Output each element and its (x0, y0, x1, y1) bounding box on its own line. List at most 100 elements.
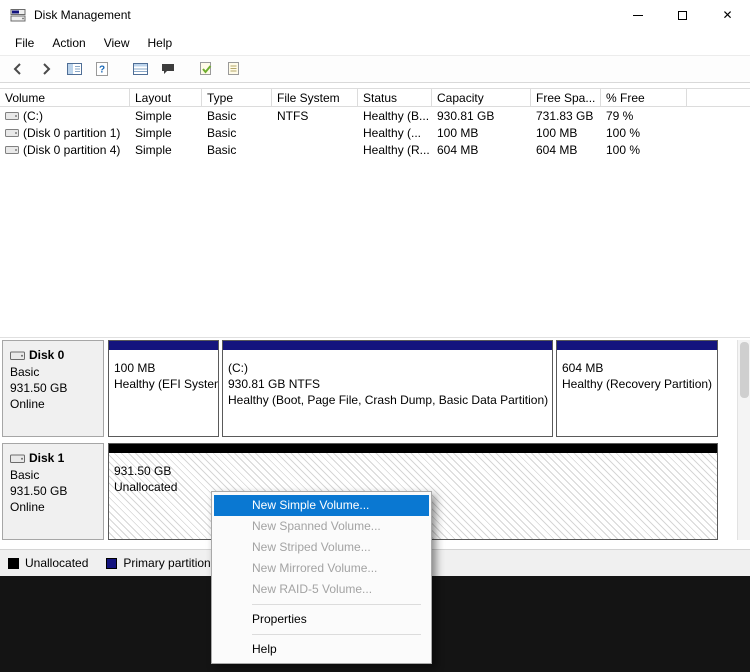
titlebar: Disk Management ✕ (0, 0, 750, 30)
cell-layout: Simple (130, 109, 202, 123)
volume-list: Volume Layout Type File System Status Ca… (0, 83, 750, 337)
volume-icon (5, 110, 19, 122)
volume-icon (5, 144, 19, 156)
menu-item-new-simple-volume[interactable]: New Simple Volume... (214, 495, 429, 516)
cell-type: Basic (202, 126, 272, 140)
menubar: File Action View Help (0, 30, 750, 55)
menu-view[interactable]: View (95, 32, 139, 54)
table-row[interactable]: (C:) Simple Basic NTFS Healthy (B... 930… (0, 107, 750, 124)
partition-status: Healthy (Boot, Page File, Crash Dump, Ba… (228, 392, 547, 408)
cell-capacity: 100 MB (432, 126, 531, 140)
cell-layout: Simple (130, 126, 202, 140)
partition-size: 931.50 GB (114, 463, 712, 479)
menu-file[interactable]: File (6, 32, 43, 54)
window-title: Disk Management (34, 8, 131, 22)
column-header-volume[interactable]: Volume (0, 89, 130, 106)
disk-size: 931.50 GB (10, 380, 96, 396)
cell-status: Healthy (R... (358, 143, 432, 157)
cell-layout: Simple (130, 143, 202, 157)
cell-pct-free: 79 % (601, 109, 687, 123)
cell-capacity: 930.81 GB (432, 109, 531, 123)
legend-item-primary-partition: Primary partition (106, 556, 210, 570)
console-tree-icon[interactable] (62, 58, 86, 80)
back-icon[interactable] (6, 58, 30, 80)
cell-type: Basic (202, 143, 272, 157)
disk-0-info-panel[interactable]: Disk 0 Basic 931.50 GB Online (2, 340, 104, 437)
disk-status: Online (10, 499, 96, 515)
partition-title: (C:) (228, 360, 547, 376)
column-header-layout[interactable]: Layout (130, 89, 202, 106)
scrollbar-thumb[interactable] (740, 342, 749, 398)
minimize-icon (633, 15, 643, 16)
menu-item-new-spanned-volume: New Spanned Volume... (212, 516, 431, 537)
column-header-capacity[interactable]: Capacity (432, 89, 531, 106)
partition-efi-system[interactable]: 100 MB Healthy (EFI System (108, 340, 219, 437)
volume-list-header: Volume Layout Type File System Status Ca… (0, 88, 750, 107)
forward-icon[interactable] (34, 58, 58, 80)
primary-partition-swatch (106, 558, 117, 569)
disk-0-row: Disk 0 Basic 931.50 GB Online 100 MB Hea… (2, 340, 734, 437)
check-document-icon[interactable] (194, 58, 218, 80)
help-icon[interactable]: ? (90, 58, 114, 80)
minimize-button[interactable] (615, 0, 660, 30)
disk-1-info-panel[interactable]: Disk 1 Basic 931.50 GB Online (2, 443, 104, 540)
table-row[interactable]: (Disk 0 partition 1) Simple Basic Health… (0, 124, 750, 141)
app-icon (10, 7, 26, 23)
cell-volume: (C:) (23, 109, 43, 123)
menu-separator (252, 604, 421, 605)
disk-name: Disk 0 (29, 348, 64, 362)
maximize-icon (678, 11, 687, 20)
column-header-file-system[interactable]: File System (272, 89, 358, 106)
cell-capacity: 604 MB (432, 143, 531, 157)
disk-kind: Basic (10, 467, 96, 483)
partition-color-strip (109, 341, 218, 350)
vertical-scrollbar[interactable] (737, 340, 750, 540)
list-view-icon[interactable] (128, 58, 152, 80)
disk-size: 931.50 GB (10, 483, 96, 499)
menu-item-new-raid5-volume: New RAID-5 Volume... (212, 579, 431, 600)
cell-volume: (Disk 0 partition 1) (23, 126, 120, 140)
toolbar: ? (0, 55, 750, 83)
partition-status: Healthy (Recovery Partition) (562, 376, 712, 392)
disk-0-partitions: 100 MB Healthy (EFI System (C:) 930.81 G… (108, 340, 718, 437)
action-bubble-icon[interactable] (156, 58, 180, 80)
disk-icon (10, 452, 25, 465)
cell-pct-free: 100 % (601, 126, 687, 140)
table-row[interactable]: (Disk 0 partition 4) Simple Basic Health… (0, 141, 750, 158)
disk-status: Online (10, 396, 96, 412)
cell-status: Healthy (... (358, 126, 432, 140)
legend-item-unallocated: Unallocated (8, 556, 88, 570)
disk-icon (10, 349, 25, 362)
maximize-button[interactable] (660, 0, 705, 30)
partition-color-strip (109, 444, 717, 453)
column-header-free-space[interactable]: Free Spa... (531, 89, 601, 106)
legend-label: Primary partition (123, 556, 210, 570)
partition-status: Healthy (EFI System (114, 376, 213, 392)
partition-recovery[interactable]: 604 MB Healthy (Recovery Partition) (556, 340, 718, 437)
cell-volume: (Disk 0 partition 4) (23, 143, 120, 157)
context-menu: New Simple Volume... New Spanned Volume.… (211, 491, 432, 664)
document-icon[interactable] (222, 58, 246, 80)
menu-help[interactable]: Help (139, 32, 182, 54)
column-header-pct-free[interactable]: % Free (601, 89, 687, 106)
partition-size: 930.81 GB NTFS (228, 376, 547, 392)
disk-name: Disk 1 (29, 451, 64, 465)
partition-size: 604 MB (562, 360, 712, 376)
close-button[interactable]: ✕ (705, 0, 750, 30)
column-header-type[interactable]: Type (202, 89, 272, 106)
menu-item-properties[interactable]: Properties (212, 609, 431, 630)
cell-type: Basic (202, 109, 272, 123)
menu-item-new-striped-volume: New Striped Volume... (212, 537, 431, 558)
close-icon: ✕ (722, 9, 732, 21)
menu-item-help[interactable]: Help (212, 639, 431, 660)
cell-status: Healthy (B... (358, 109, 432, 123)
column-header-filler (687, 89, 750, 106)
menu-action[interactable]: Action (43, 32, 94, 54)
unallocated-swatch (8, 558, 19, 569)
partition-c-drive[interactable]: (C:) 930.81 GB NTFS Healthy (Boot, Page … (222, 340, 553, 437)
cell-file-system: NTFS (272, 109, 358, 123)
svg-text:?: ? (99, 65, 105, 76)
volume-icon (5, 127, 19, 139)
column-header-status[interactable]: Status (358, 89, 432, 106)
cell-pct-free: 100 % (601, 143, 687, 157)
